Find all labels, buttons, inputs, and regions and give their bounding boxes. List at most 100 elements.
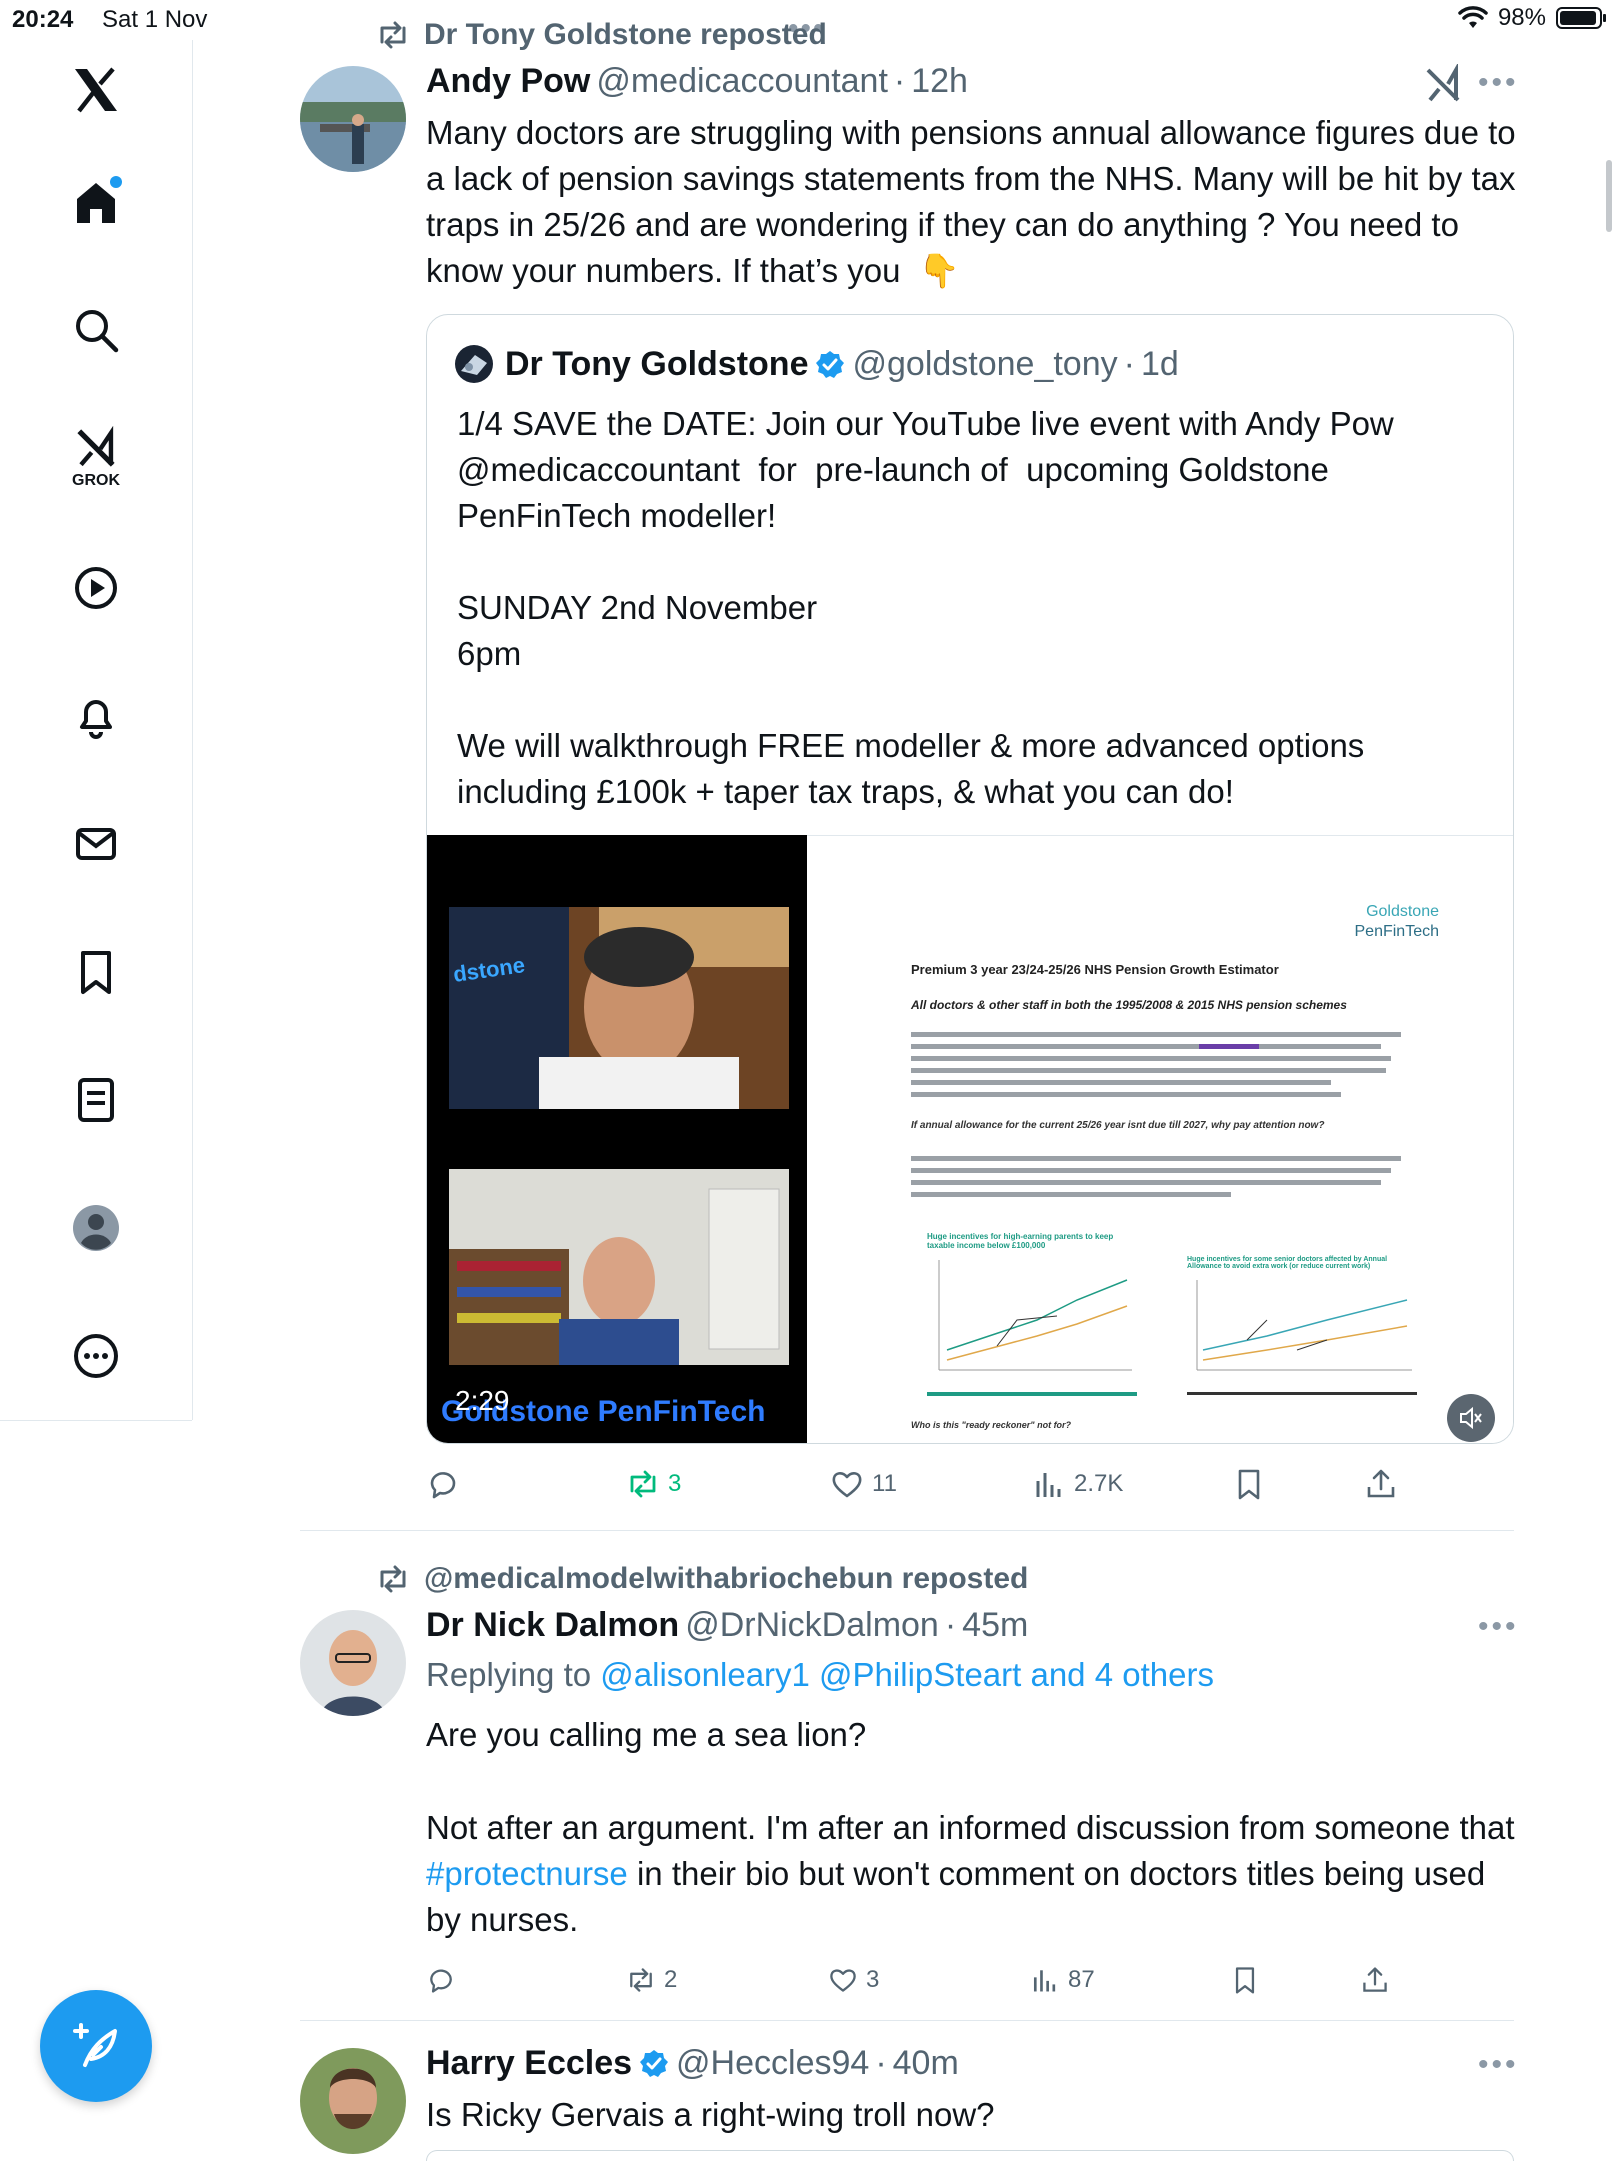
post-divider xyxy=(300,2020,1514,2021)
repost-label: @medicalmodelwithabriochebun reposted xyxy=(424,1562,1029,1595)
doc-brand-line1: Goldstone xyxy=(1366,903,1439,920)
video-icon[interactable] xyxy=(46,548,146,628)
doc-subtitle: All doctors & other staff in both the 19… xyxy=(911,998,1347,1012)
views-button[interactable]: 2.7K xyxy=(1032,1467,1123,1501)
quoted-post[interactable]: Dr Tony Goldstone @goldstone_tony · 1d 1… xyxy=(426,314,1514,1444)
grok-explain-icon[interactable] xyxy=(1424,62,1462,109)
post-time[interactable]: 12h xyxy=(911,62,968,101)
views-icon xyxy=(1033,1970,1056,1992)
sidebar-divider xyxy=(0,1420,192,1421)
status-date: Sat 1 Nov xyxy=(102,6,208,33)
compose-button[interactable] xyxy=(40,1990,152,2102)
author-handle[interactable]: @medicaccountant xyxy=(596,62,888,101)
post-time[interactable]: 45m xyxy=(962,1606,1028,1645)
post-text: Is Ricky Gervais a right-wing troll now? xyxy=(426,2096,995,2133)
video-player[interactable]: dstone Goldstone PenFinTech 2:29 xyxy=(427,835,807,1443)
reply-button[interactable] xyxy=(426,1467,460,1501)
separator-dot: · xyxy=(944,1606,957,1644)
reply-button[interactable] xyxy=(426,1965,456,1995)
grok-icon[interactable]: GROK xyxy=(46,418,146,498)
notifications-icon[interactable] xyxy=(46,676,146,756)
replying-to-users[interactable]: @alisonleary1 @PhilipSteart and 4 others xyxy=(600,1656,1214,1693)
share-icon xyxy=(1363,1967,1387,1992)
bookmarks-icon[interactable] xyxy=(46,932,146,1012)
author-name[interactable]: Andy Pow xyxy=(426,62,590,101)
post-more-button[interactable]: ••• xyxy=(1478,66,1519,100)
post-text: Not after an argument. I'm after an info… xyxy=(426,1805,1516,1943)
separator-dot: · xyxy=(893,62,906,100)
heart-icon xyxy=(832,1472,862,1498)
doc-question-1: If annual allowance for the current 25/2… xyxy=(911,1120,1325,1131)
post-text-part1: Not after an argument. I'm after an info… xyxy=(426,1809,1524,1846)
search-icon[interactable] xyxy=(46,290,146,370)
like-button[interactable]: 11 xyxy=(830,1467,897,1501)
avatar[interactable] xyxy=(300,1610,406,1716)
doc-brand: Goldstone PenFinTech xyxy=(1355,902,1440,942)
post-text: Many doctors are struggling with pension… xyxy=(426,114,1525,289)
author-handle[interactable]: @Heccles94 xyxy=(676,2044,869,2083)
doc-question-2: Who is this "ready reckoner" not for? xyxy=(911,1420,1072,1430)
like-count: 3 xyxy=(866,1966,880,1993)
compose-icon xyxy=(73,2023,117,2067)
post-header: Dr Nick Dalmon @DrNickDalmon · 45m xyxy=(426,1606,1028,1645)
quote-author-name: Dr Tony Goldstone xyxy=(505,345,809,383)
avatar[interactable] xyxy=(300,2048,406,2154)
battery-percent: 98% xyxy=(1497,4,1546,31)
avatar[interactable] xyxy=(300,66,406,172)
repost-icon xyxy=(630,1968,652,1992)
repost-button[interactable]: 2 xyxy=(626,1965,677,1995)
quote-avatar xyxy=(455,345,493,383)
status-indicators: 98% xyxy=(1458,4,1606,32)
lists-icon[interactable] xyxy=(46,1060,146,1140)
post-time[interactable]: 40m xyxy=(893,2044,959,2083)
reply-icon xyxy=(430,1969,452,1993)
quote-post-time: 1d xyxy=(1140,345,1179,383)
share-icon xyxy=(1367,1469,1395,1498)
post-more-button[interactable]: ••• xyxy=(1478,2048,1519,2082)
bookmark-button[interactable] xyxy=(1232,1467,1266,1501)
repost-icon xyxy=(380,1565,406,1593)
repost-icon xyxy=(630,1470,656,1498)
like-button[interactable]: 3 xyxy=(828,1965,879,1995)
replying-prefix: Replying to xyxy=(426,1656,592,1693)
repost-button[interactable]: 3 xyxy=(626,1467,681,1501)
scrollbar[interactable] xyxy=(1606,160,1612,232)
like-count: 11 xyxy=(872,1470,897,1497)
bookmark-button[interactable] xyxy=(1230,1965,1260,1995)
doc-title: Premium 3 year 23/24-25/26 NHS Pension G… xyxy=(911,962,1279,977)
status-time: 20:24 xyxy=(12,6,74,33)
separator-dot: · xyxy=(1123,345,1135,383)
share-button[interactable] xyxy=(1360,1965,1390,1995)
view-count: 87 xyxy=(1068,1966,1095,1993)
quote-text: 1/4 SAVE the DATE: Join our YouTube live… xyxy=(457,405,1394,810)
quote-author-handle: @goldstone_tony xyxy=(852,345,1118,383)
video-frame-top: dstone xyxy=(449,907,789,1109)
grok-label: GROK xyxy=(72,472,120,489)
views-icon xyxy=(1036,1473,1061,1497)
doc-chart-left-title: Huge incentives for high-earning parents… xyxy=(927,1232,1114,1250)
author-handle[interactable]: @DrNickDalmon xyxy=(685,1606,939,1645)
document-image[interactable]: Goldstone PenFinTech Premium 3 year 23/2… xyxy=(807,835,1513,1443)
hashtag-link[interactable]: #protectnurse xyxy=(426,1855,628,1892)
post-more-button[interactable]: ••• xyxy=(1478,1610,1519,1644)
messages-icon[interactable] xyxy=(46,804,146,884)
more-icon[interactable] xyxy=(46,1316,146,1396)
verified-badge-icon xyxy=(816,350,845,378)
views-button[interactable]: 87 xyxy=(1030,1965,1095,1995)
post-actions: 3 11 2.7K xyxy=(426,1464,1526,1504)
x-logo-icon[interactable] xyxy=(46,50,146,130)
share-button[interactable] xyxy=(1364,1467,1398,1501)
video-frame-bottom xyxy=(449,1169,789,1365)
author-name[interactable]: Dr Nick Dalmon xyxy=(426,1606,679,1645)
home-icon[interactable] xyxy=(46,162,146,242)
mute-button[interactable] xyxy=(1447,1394,1495,1442)
post-actions: 2 3 87 xyxy=(426,1960,1526,2000)
quote-header: Dr Tony Goldstone @goldstone_tony · 1d xyxy=(505,345,1179,384)
repost-count: 3 xyxy=(668,1470,682,1497)
author-name[interactable]: Harry Eccles xyxy=(426,2044,632,2083)
profile-icon[interactable] xyxy=(46,1188,146,1268)
repost-icon xyxy=(380,21,406,49)
speaker-muted-icon xyxy=(1460,1406,1482,1430)
post-header: Harry Eccles @Heccles94 · 40m xyxy=(426,2044,959,2083)
doc-chart-right-title: Huge incentives for some senior doctors … xyxy=(1187,1256,1388,1270)
